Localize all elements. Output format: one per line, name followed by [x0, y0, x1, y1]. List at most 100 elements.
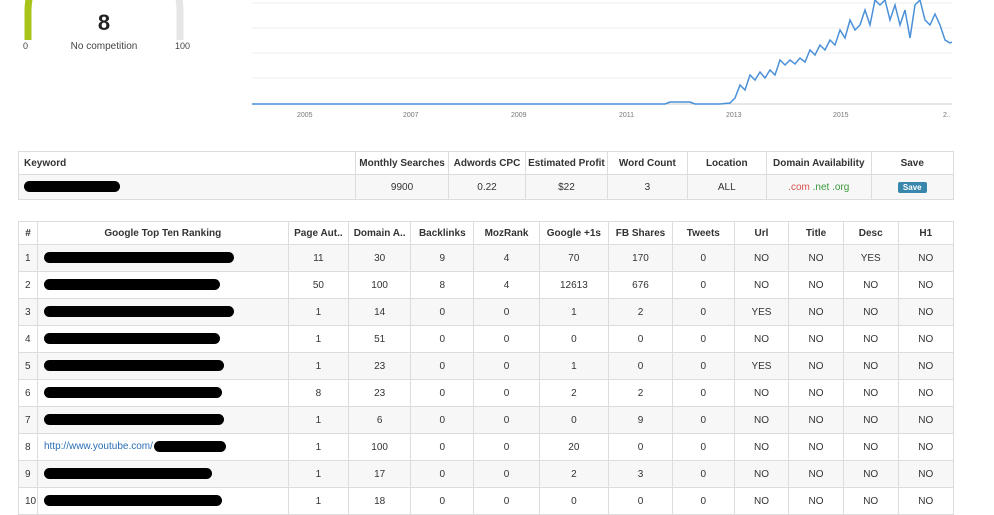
- trend-line: [252, 0, 953, 105]
- rank-cell: 7: [18, 406, 38, 434]
- title-match-cell: NO: [788, 298, 844, 326]
- domain-authority-cell: 51: [348, 325, 412, 353]
- backlinks-cell: 0: [410, 298, 475, 326]
- col-h1[interactable]: H1: [897, 221, 955, 245]
- desc-match-cell: NO: [842, 352, 899, 380]
- result-url-cell[interactable]: [36, 406, 289, 434]
- gauge-value: 8: [97, 10, 111, 35]
- title-match-cell: NO: [788, 244, 844, 272]
- title-match-cell: NO: [788, 379, 844, 407]
- table-row: 7 1 6 0 0 0 9 0 NO NO NO NO: [18, 406, 955, 434]
- result-url-cell[interactable]: [36, 325, 289, 353]
- redacted-url: [43, 333, 220, 345]
- col-desc[interactable]: Desc: [842, 221, 899, 245]
- redacted-url: [153, 441, 226, 453]
- col-backlinks[interactable]: Backlinks: [410, 221, 475, 245]
- desc-match-cell: NO: [842, 460, 899, 488]
- fb-shares-cell: 2: [608, 379, 673, 407]
- col-rank[interactable]: #: [18, 221, 38, 245]
- result-url-cell[interactable]: [36, 271, 289, 299]
- save-button[interactable]: Save: [897, 181, 927, 193]
- google-plus-ones-cell: 0: [538, 406, 610, 434]
- result-url-cell[interactable]: [36, 379, 289, 407]
- mozrank-cell: 0: [473, 325, 540, 353]
- col-location[interactable]: Location: [686, 151, 767, 175]
- mozrank-cell: 0: [473, 487, 540, 515]
- h1-match-cell: NO: [897, 325, 955, 353]
- table-row: 8 http://www.youtube.com/1 100 0 0 20 0 0 NO NO NO…: [18, 433, 955, 461]
- result-url-cell[interactable]: [36, 460, 289, 488]
- h1-match-cell: NO: [897, 244, 955, 272]
- fb-shares-cell: 0: [608, 352, 673, 380]
- col-fb-shares[interactable]: FB Shares: [608, 221, 673, 245]
- page-authority-cell: 1: [287, 460, 350, 488]
- x-tick-label: 2..: [943, 112, 951, 119]
- h1-match-cell: NO: [897, 487, 955, 515]
- page-authority-cell: 8: [287, 379, 350, 407]
- col-domain-authority[interactable]: Domain A..: [348, 221, 412, 245]
- col-keyword[interactable]: Keyword: [18, 151, 356, 175]
- redacted-url: [43, 468, 212, 480]
- col-mozrank[interactable]: MozRank: [473, 221, 540, 245]
- table-row: 6 8 23 0 0 2 2 0 NO NO NO NO: [18, 379, 955, 407]
- mozrank-cell: 0: [473, 406, 540, 434]
- col-adwords-cpc[interactable]: Adwords CPC: [448, 151, 526, 175]
- page-authority-cell: 50: [287, 271, 350, 299]
- domain-authority-cell: 100: [348, 271, 412, 299]
- result-url-cell[interactable]: http://www.youtube.com/: [36, 433, 289, 461]
- redacted-url: [43, 387, 222, 399]
- url-match-cell: NO: [733, 406, 790, 434]
- backlinks-cell: 0: [410, 433, 475, 461]
- col-google-plus-ones[interactable]: Google +1s: [538, 221, 610, 245]
- google-plus-ones-cell: 2: [538, 460, 610, 488]
- page-authority-cell: 1: [287, 487, 350, 515]
- tweets-cell: 0: [671, 460, 735, 488]
- rank-cell: 4: [18, 325, 38, 353]
- url-match-cell: NO: [733, 325, 790, 353]
- col-word-count[interactable]: Word Count: [607, 151, 688, 175]
- backlinks-cell: 0: [410, 406, 475, 434]
- table-row: 10 1 18 0 0 0 0 0 NO NO NO NO: [18, 487, 955, 515]
- tld-net[interactable]: .net: [813, 182, 830, 193]
- backlinks-cell: 0: [410, 487, 475, 515]
- google-plus-ones-cell: 2: [538, 379, 610, 407]
- result-url-cell[interactable]: [36, 487, 289, 515]
- col-title[interactable]: Title: [788, 221, 844, 245]
- col-domain-availability[interactable]: Domain Availability: [765, 151, 872, 175]
- page-authority-cell: 1: [287, 406, 350, 434]
- ranking-table: # Google Top Ten Ranking Page Aut.. Doma…: [18, 221, 955, 515]
- domain-authority-cell: 100: [348, 433, 412, 461]
- google-plus-ones-cell: 1: [538, 298, 610, 326]
- result-url-cell[interactable]: [36, 352, 289, 380]
- google-plus-ones-cell: 70: [538, 244, 610, 272]
- fb-shares-cell: 0: [608, 325, 673, 353]
- title-match-cell: NO: [788, 433, 844, 461]
- tweets-cell: 0: [671, 406, 735, 434]
- result-url-link[interactable]: http://www.youtube.com/: [44, 442, 153, 453]
- mozrank-cell: 4: [473, 271, 540, 299]
- title-match-cell: NO: [788, 352, 844, 380]
- result-url-cell[interactable]: [36, 244, 289, 272]
- tweets-cell: 0: [671, 433, 735, 461]
- mozrank-cell: 0: [473, 433, 540, 461]
- google-plus-ones-cell: 12613: [538, 271, 610, 299]
- col-url[interactable]: Url: [733, 221, 790, 245]
- col-page-authority[interactable]: Page Aut..: [287, 221, 350, 245]
- col-tweets[interactable]: Tweets: [671, 221, 735, 245]
- tld-org[interactable]: .org: [832, 182, 849, 193]
- col-google-top-ten[interactable]: Google Top Ten Ranking: [36, 221, 289, 245]
- url-match-cell: NO: [733, 433, 790, 461]
- url-match-cell: NO: [733, 244, 790, 272]
- redacted-url: [43, 360, 224, 372]
- redacted-url: [43, 252, 234, 264]
- tld-com[interactable]: .com: [788, 182, 810, 193]
- h1-match-cell: NO: [897, 271, 955, 299]
- result-url-cell[interactable]: [36, 298, 289, 326]
- location-cell: ALL: [686, 174, 767, 200]
- col-monthly-searches[interactable]: Monthly Searches: [354, 151, 450, 175]
- search-trend-chart: 2005 2007 2009 2011 2013 2015 2..: [250, 0, 955, 122]
- url-match-cell: NO: [733, 487, 790, 515]
- col-estimated-profit[interactable]: Estimated Profit: [524, 151, 609, 175]
- desc-match-cell: NO: [842, 298, 899, 326]
- title-match-cell: NO: [788, 406, 844, 434]
